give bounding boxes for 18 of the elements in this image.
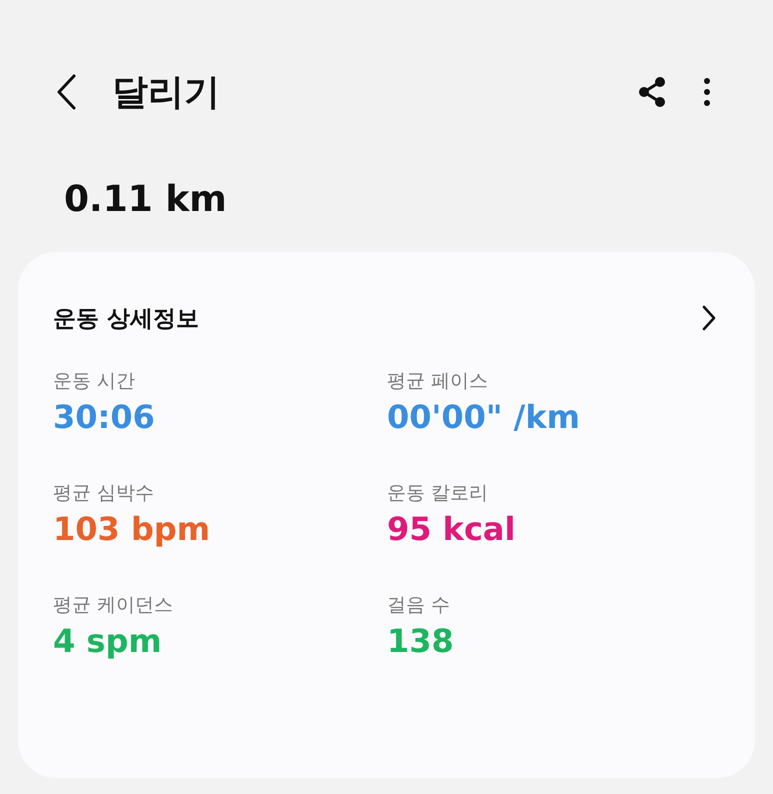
stat-value: 30:06: [53, 398, 155, 436]
stat-label: 운동 시간: [53, 369, 136, 394]
distance-value: 0.11 km: [64, 178, 228, 222]
stat-value: 103 bpm: [53, 510, 210, 548]
stat-label: 평균 페이스: [387, 369, 488, 394]
stat-label: 평균 케이던스: [53, 593, 174, 618]
stat-label: 걸음 수: [387, 593, 450, 618]
stat-label: 평균 심박수: [53, 481, 154, 506]
stat-value: 95 kcal: [387, 510, 516, 548]
more-icon: [703, 77, 711, 107]
chevron-right-icon: [701, 305, 717, 331]
stat-value: 138: [387, 622, 454, 660]
stat-label: 운동 칼로리: [387, 481, 488, 506]
stat-value: 4 spm: [53, 622, 162, 660]
card-title: 운동 상세정보: [53, 304, 200, 334]
stat-value: 00'00" /km: [387, 398, 580, 436]
screen-title: 달리기: [112, 70, 220, 114]
share-icon: [637, 76, 667, 108]
